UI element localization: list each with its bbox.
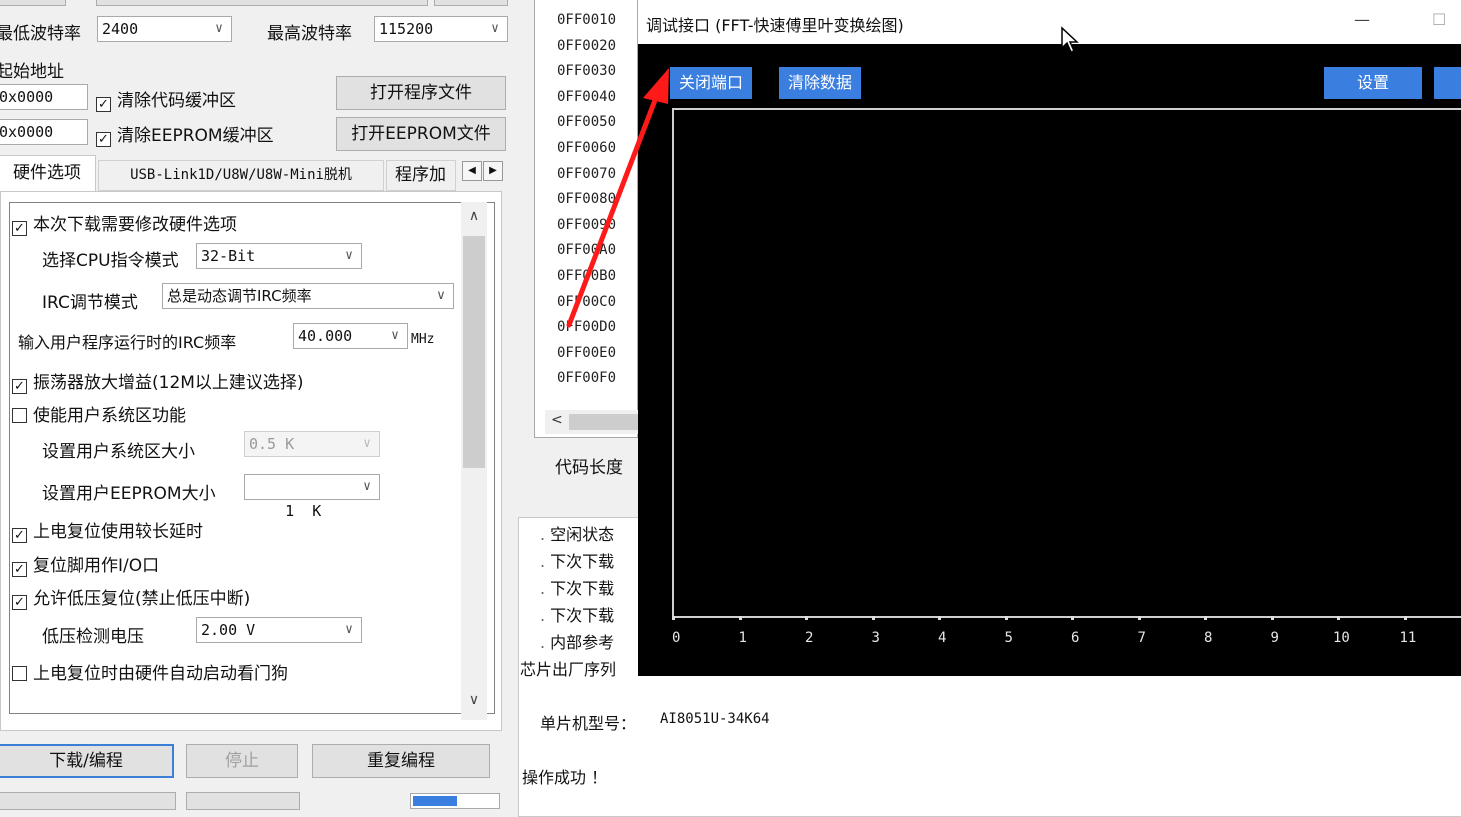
- annotation-arrow: [566, 68, 669, 328]
- mouse-cursor-icon: [1061, 26, 1079, 53]
